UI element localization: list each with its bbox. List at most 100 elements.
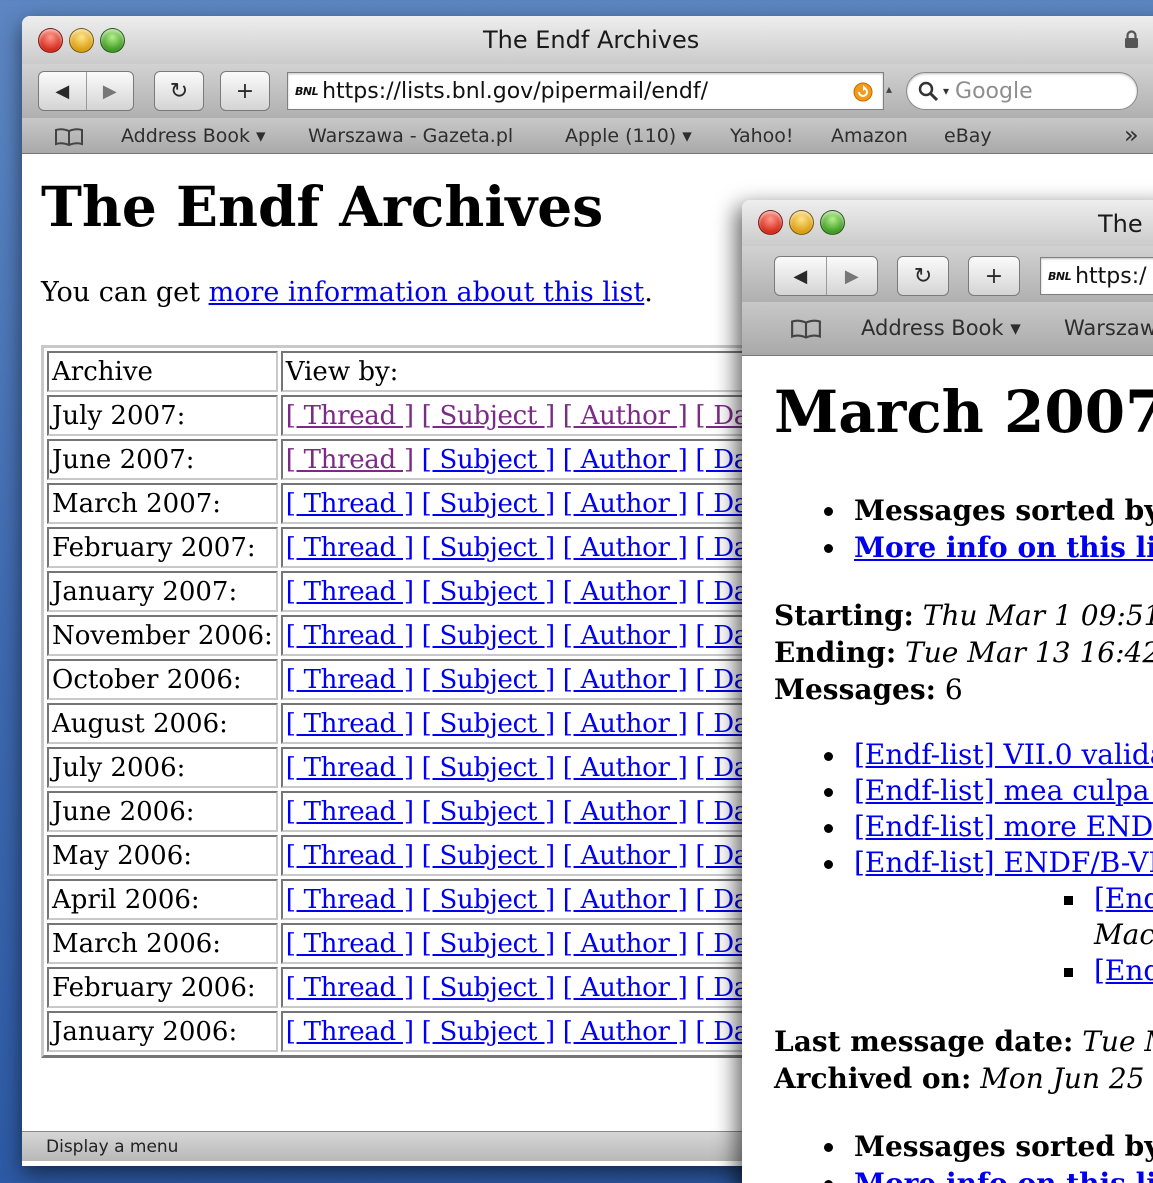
- author-link[interactable]: [ Author ]: [563, 885, 688, 915]
- title-bar[interactable]: The Endf Archives: [22, 16, 1153, 64]
- table-row: March 2006:[ Thread ] [ Subject ] [ Auth…: [47, 923, 797, 964]
- archived-on-value: Mon Jun 25 13: [980, 1062, 1153, 1095]
- thread-link[interactable]: [ Thread ]: [286, 401, 414, 431]
- subject-link[interactable]: [ Subject ]: [422, 973, 555, 1003]
- subject-link[interactable]: [ Subject ]: [422, 929, 555, 959]
- subject-link[interactable]: [ Subject ]: [422, 621, 555, 651]
- subject-link[interactable]: [ Subject ]: [422, 665, 555, 695]
- subject-link[interactable]: [ Subject ]: [422, 445, 555, 475]
- author-link[interactable]: [ Author ]: [563, 489, 688, 519]
- archive-month: June 2007:: [47, 439, 278, 480]
- reload-button-2[interactable]: ↻: [897, 256, 949, 296]
- message-link[interactable]: [Endf-list] more ENDF/: [854, 810, 1153, 843]
- author-link[interactable]: [ Author ]: [563, 709, 688, 739]
- author-link[interactable]: [ Author ]: [563, 929, 688, 959]
- list-info-link[interactable]: more information about this list: [209, 277, 645, 308]
- author-link[interactable]: [ Author ]: [563, 621, 688, 651]
- address-bar-2[interactable]: BNL https:/: [1040, 257, 1153, 295]
- author-link[interactable]: [ Author ]: [563, 577, 688, 607]
- subject-link[interactable]: [ Subject ]: [422, 533, 555, 563]
- last-message-value: Tue Mar: [1082, 1025, 1153, 1058]
- book-icon[interactable]: [54, 127, 84, 147]
- book-icon[interactable]: [790, 318, 822, 340]
- more-info-link-2[interactable]: More info on this list...: [854, 1167, 1153, 1183]
- author-link[interactable]: [ Author ]: [563, 797, 688, 827]
- table-row: April 2006: [ Thread ] [ Subject ] [ Auth…: [47, 879, 797, 920]
- subject-link[interactable]: [ Subject ]: [422, 489, 555, 519]
- search-field[interactable]: ▾ Google: [906, 72, 1138, 110]
- thread-link[interactable]: [ Thread ]: [286, 621, 414, 651]
- back-button[interactable]: ◀: [39, 72, 86, 110]
- reload-button[interactable]: ↻: [154, 71, 204, 111]
- thread-link[interactable]: [ Thread ]: [286, 753, 414, 783]
- message-link[interactable]: [Endf-list] mea culpa: [854, 774, 1153, 807]
- close-icon[interactable]: [758, 210, 783, 235]
- minimize-icon[interactable]: [789, 210, 814, 235]
- bookmark-amazon[interactable]: Amazon: [831, 125, 908, 147]
- view-by-links: [ Thread ] [ Subject ] [ Author ] [ Date…: [280, 395, 797, 436]
- subject-link[interactable]: [ Subject ]: [422, 401, 555, 431]
- bookmark-warszawa-2[interactable]: Warszaw: [1064, 316, 1153, 340]
- resize-handle-icon[interactable]: ▴: [886, 82, 892, 96]
- sub-message-link[interactable]: [End: [1094, 882, 1153, 915]
- author-link[interactable]: [ Author ]: [563, 445, 688, 475]
- thread-link[interactable]: [ Thread ]: [286, 445, 414, 475]
- thread-link[interactable]: [ Thread ]: [286, 665, 414, 695]
- subject-link[interactable]: [ Subject ]: [422, 797, 555, 827]
- bookmark-yahoo[interactable]: Yahoo!: [730, 125, 794, 147]
- list-item: Messages sorted by: [: [824, 492, 1153, 529]
- subject-link[interactable]: [ Subject ]: [422, 753, 555, 783]
- more-bookmarks-button[interactable]: »: [1124, 121, 1139, 149]
- author-link[interactable]: [ Author ]: [563, 973, 688, 1003]
- zoom-icon[interactable]: [100, 28, 125, 53]
- thread-link[interactable]: [ Thread ]: [286, 929, 414, 959]
- thread-link[interactable]: [ Thread ]: [286, 577, 414, 607]
- search-icon[interactable]: [917, 80, 939, 102]
- author-link[interactable]: [ Author ]: [563, 841, 688, 871]
- thread-link[interactable]: [ Thread ]: [286, 1017, 414, 1047]
- bookmark-ebay[interactable]: eBay: [944, 125, 992, 147]
- subject-link[interactable]: [ Subject ]: [422, 885, 555, 915]
- bookmark-address-book-2[interactable]: Address Book ▾: [861, 316, 1021, 340]
- forward-button[interactable]: ▶: [85, 72, 134, 110]
- thread-link[interactable]: [ Thread ]: [286, 841, 414, 871]
- toolbar: ◀ ▶ ↻ + BNL https://lists.bnl.gov/piperm…: [22, 64, 1153, 118]
- author-link[interactable]: [ Author ]: [563, 665, 688, 695]
- archive-month: April 2006:: [47, 879, 278, 920]
- bookmark-apple[interactable]: Apple (110) ▾: [565, 125, 692, 147]
- close-icon[interactable]: [38, 28, 63, 53]
- address-bar[interactable]: BNL https://lists.bnl.gov/pipermail/endf…: [287, 72, 884, 110]
- subject-link[interactable]: [ Subject ]: [422, 709, 555, 739]
- author-link[interactable]: [ Author ]: [563, 401, 688, 431]
- thread-link[interactable]: [ Thread ]: [286, 973, 414, 1003]
- forward-button-2[interactable]: ▶: [825, 257, 878, 295]
- view-by-links: [ Thread ] [ Subject ] [ Author ] [ Date…: [280, 923, 797, 964]
- thread-link[interactable]: [ Thread ]: [286, 533, 414, 563]
- thread-link[interactable]: [ Thread ]: [286, 797, 414, 827]
- thread-link[interactable]: [ Thread ]: [286, 489, 414, 519]
- sub-message-link[interactable]: [End: [1094, 954, 1153, 987]
- subject-link[interactable]: [ Subject ]: [422, 841, 555, 871]
- message-link[interactable]: [Endf-list] VII.0 validat: [854, 738, 1153, 771]
- author-link[interactable]: [ Author ]: [563, 753, 688, 783]
- add-bookmark-button-2[interactable]: +: [968, 256, 1020, 296]
- author-link[interactable]: [ Author ]: [563, 1017, 688, 1047]
- subject-link[interactable]: [ Subject ]: [422, 577, 555, 607]
- snapback-icon[interactable]: [853, 82, 873, 102]
- minimize-icon[interactable]: [69, 28, 94, 53]
- thread-link[interactable]: [ Thread ]: [286, 709, 414, 739]
- more-info-link[interactable]: More info on this list...: [854, 531, 1153, 564]
- zoom-icon[interactable]: [820, 210, 845, 235]
- back-button-2[interactable]: ◀: [775, 257, 826, 295]
- view-by-links: [ Thread ] [ Subject ] [ Author ] [ Date…: [280, 571, 797, 612]
- author-link[interactable]: [ Author ]: [563, 533, 688, 563]
- add-bookmark-button[interactable]: +: [220, 71, 270, 111]
- thread-link[interactable]: [ Thread ]: [286, 885, 414, 915]
- subject-link[interactable]: [ Subject ]: [422, 1017, 555, 1047]
- browser-window-march-2007: The ◀ ▶ ↻ + BNL https:/ Address Book ▾ W…: [742, 200, 1153, 1183]
- last-message-label: Last message date:: [774, 1025, 1074, 1058]
- title-bar-2[interactable]: The: [742, 200, 1153, 246]
- bookmark-gazeta[interactable]: Warszawa - Gazeta.pl: [308, 125, 513, 147]
- message-link[interactable]: [Endf-list] ENDF/B-VI: [854, 846, 1153, 879]
- bookmark-address-book[interactable]: Address Book ▾: [121, 125, 266, 147]
